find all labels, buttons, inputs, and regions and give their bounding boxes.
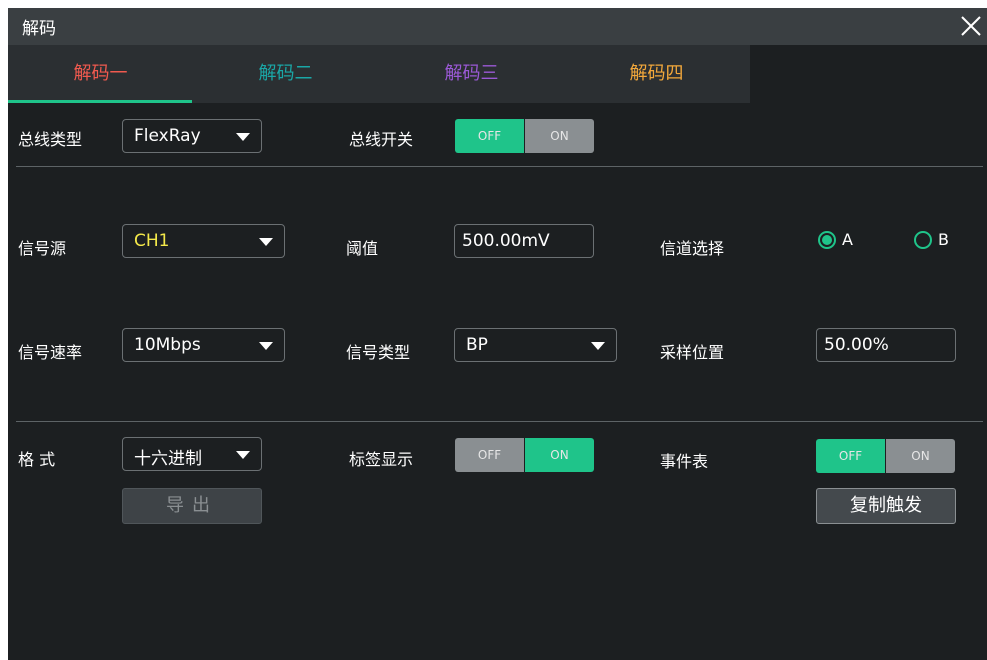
- format-value: 十六进制: [134, 449, 202, 469]
- divider-top: [16, 166, 983, 167]
- event-table-label: 事件表: [660, 452, 709, 471]
- threshold-input[interactable]: 500.00mV: [454, 224, 594, 258]
- format-label: 格 式: [18, 450, 56, 469]
- dialog-title: 解码: [22, 19, 56, 39]
- chevron-down-icon: [259, 342, 273, 350]
- signal-rate-value: 10Mbps: [134, 335, 201, 355]
- tab-decode-2[interactable]: 解码二: [193, 45, 378, 103]
- export-button[interactable]: 导出: [122, 488, 262, 524]
- tag-display-label: 标签显示: [349, 450, 414, 469]
- threshold-label: 阈值: [346, 239, 379, 258]
- chevron-down-icon: [236, 133, 250, 141]
- signal-type-label: 信号类型: [346, 343, 411, 362]
- sample-position-label: 采样位置: [660, 343, 725, 362]
- tag-display-on: ON: [525, 438, 594, 472]
- tab-decode-4-label: 解码四: [629, 63, 684, 84]
- signal-rate-select[interactable]: 10Mbps: [122, 328, 285, 362]
- chevron-down-icon: [591, 342, 605, 350]
- tab-decode-1-label: 解码一: [73, 63, 128, 84]
- bus-switch-toggle[interactable]: OFF ON: [455, 119, 594, 153]
- tab-decode-1[interactable]: 解码一: [8, 45, 193, 103]
- channel-select-label: 信道选择: [660, 239, 725, 258]
- bus-switch-off: OFF: [455, 119, 524, 153]
- decode-dialog: 解码 解码一 解码二 解码三 解码四 总线类型 FlexRay 总线开关 OFF…: [8, 8, 987, 660]
- signal-type-select[interactable]: BP: [454, 328, 617, 362]
- chevron-down-icon: [259, 238, 273, 246]
- signal-source-select[interactable]: CH1: [122, 224, 285, 258]
- radio-unchecked-icon: [914, 231, 932, 249]
- channel-radio-a-label: A: [842, 230, 853, 249]
- bus-type-label: 总线类型: [18, 130, 83, 149]
- signal-source-value: CH1: [134, 231, 170, 251]
- channel-radio-b-label: B: [938, 230, 949, 249]
- sample-position-value: 50.00%: [824, 335, 889, 355]
- channel-radio-b[interactable]: B: [914, 230, 954, 250]
- event-table-on: ON: [886, 439, 955, 473]
- bus-type-value: FlexRay: [134, 126, 201, 146]
- tab-decode-3-label: 解码三: [444, 63, 499, 84]
- sample-position-input[interactable]: 50.00%: [816, 328, 956, 362]
- format-select[interactable]: 十六进制: [122, 437, 262, 471]
- tab-decode-2-label: 解码二: [258, 63, 313, 84]
- tab-decode-4[interactable]: 解码四: [564, 45, 749, 103]
- bus-switch-on: ON: [525, 119, 594, 153]
- chevron-down-icon: [236, 451, 250, 459]
- bus-switch-label: 总线开关: [349, 130, 414, 149]
- active-tab-indicator: [8, 100, 192, 103]
- copy-trigger-button[interactable]: 复制触发: [816, 488, 956, 524]
- decode-tabs: 解码一 解码二 解码三 解码四: [8, 45, 750, 103]
- event-table-off: OFF: [816, 439, 885, 473]
- title-bar: 解码: [8, 8, 987, 45]
- close-icon[interactable]: [957, 12, 985, 40]
- tag-display-toggle[interactable]: OFF ON: [455, 438, 594, 472]
- event-table-toggle[interactable]: OFF ON: [816, 439, 955, 473]
- tab-decode-3[interactable]: 解码三: [379, 45, 564, 103]
- threshold-value: 500.00mV: [462, 231, 550, 251]
- tag-display-off: OFF: [455, 438, 524, 472]
- bus-type-select[interactable]: FlexRay: [122, 119, 262, 153]
- radio-dot: [822, 235, 832, 245]
- channel-radio-a[interactable]: A: [818, 230, 858, 250]
- signal-rate-label: 信号速率: [18, 343, 83, 362]
- signal-source-label: 信号源: [18, 239, 67, 258]
- divider-bottom: [16, 421, 983, 422]
- signal-type-value: BP: [466, 335, 488, 355]
